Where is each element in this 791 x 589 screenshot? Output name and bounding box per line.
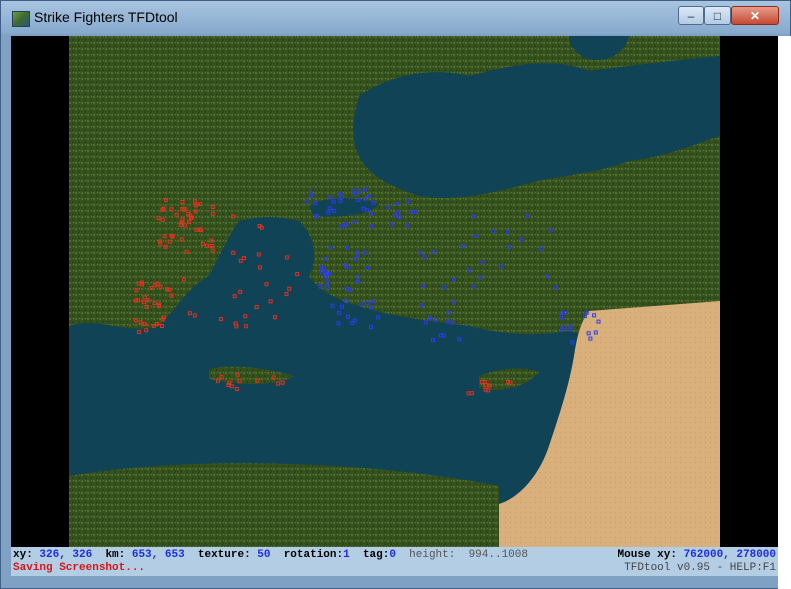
- terrain-map-view[interactable]: [69, 36, 720, 547]
- maximize-button[interactable]: □: [704, 6, 731, 25]
- km-label: km:: [105, 549, 126, 561]
- status-row-coordinates: xy: 326, 326 km: 653, 653 texture: 50 ro…: [13, 549, 528, 561]
- app-window: Strike Fighters TFDtool – □ ✕ xy: 326, 3…: [0, 0, 791, 589]
- app-icon[interactable]: [12, 11, 30, 27]
- rotation-value: 1: [343, 549, 350, 561]
- minimize-button[interactable]: –: [678, 6, 704, 25]
- mouse-value: 762000, 278000: [683, 549, 776, 561]
- texture-label: texture:: [197, 549, 251, 561]
- rotation-label: rotation:: [283, 549, 344, 561]
- close-icon: ✕: [749, 8, 761, 23]
- tag-label: tag:: [362, 549, 390, 561]
- window-title: Strike Fighters TFDtool: [34, 9, 178, 25]
- xy-value: 326, 326: [39, 549, 93, 561]
- client-area: xy: 326, 326 km: 653, 653 texture: 50 ro…: [11, 36, 778, 576]
- height-value: 994..1008: [468, 549, 528, 561]
- maximize-icon: □: [713, 8, 722, 23]
- km-value: 653, 653: [131, 549, 185, 561]
- desktop-edge: [778, 36, 791, 589]
- close-button[interactable]: ✕: [731, 6, 779, 25]
- tag-value: 0: [389, 549, 396, 561]
- terrain-map[interactable]: [69, 36, 720, 547]
- title-bar[interactable]: Strike Fighters TFDtool – □ ✕: [1, 1, 790, 34]
- height-label: height:: [409, 549, 456, 561]
- mouse-coordinates: Mouse xy: 762000, 278000: [618, 549, 776, 561]
- version-info: TFDtool v0.95 - HELP:F1: [624, 562, 776, 574]
- mouse-label: Mouse xy:: [617, 549, 677, 561]
- texture-value: 50: [257, 549, 271, 561]
- minimize-icon: –: [687, 8, 695, 23]
- status-message: Saving Screenshot...: [13, 562, 146, 574]
- status-bar: xy: 326, 326 km: 653, 653 texture: 50 ro…: [11, 547, 778, 576]
- xy-label: xy:: [13, 549, 33, 561]
- african-coast: [69, 463, 499, 547]
